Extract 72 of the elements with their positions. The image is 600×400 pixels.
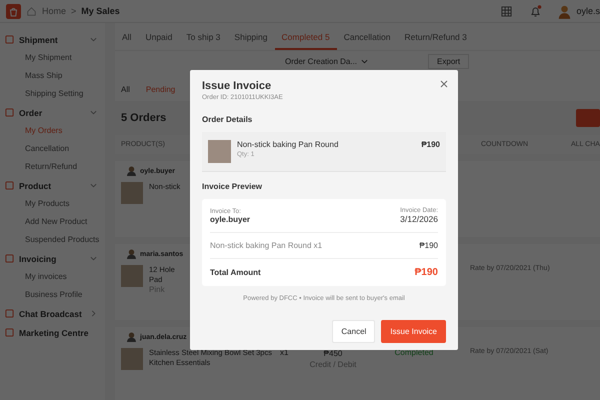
sidebar-item[interactable]: My Products	[25, 199, 70, 209]
order-tab[interactable]: Shipping	[227, 23, 275, 50]
breadcrumb-separator: >	[71, 6, 76, 16]
sidebar-item[interactable]: Mass Ship	[25, 71, 62, 81]
section-icon	[5, 328, 14, 337]
chevron-icon[interactable]	[90, 36, 97, 43]
avatar-icon[interactable]	[558, 4, 572, 18]
caret-icon[interactable]	[361, 58, 368, 64]
sort-dropdown[interactable]: Order Creation Da...	[285, 56, 358, 66]
sidebar-item[interactable]: Business Profile	[25, 290, 82, 300]
order-price: ₱450	[324, 348, 342, 360]
product-photo	[121, 265, 143, 287]
cancel-button[interactable]: Cancel	[332, 320, 376, 343]
dialog-title: Issue Invoice	[202, 80, 272, 92]
sidebar-section[interactable]: Chat Broadcast	[19, 308, 85, 318]
order-status: Completed	[394, 348, 434, 357]
issue-invoice-button[interactable]: Issue Invoice	[381, 320, 446, 343]
chevron-icon[interactable]	[90, 310, 97, 317]
section-heading: Order Details	[202, 115, 254, 124]
bell-icon[interactable]	[530, 5, 542, 17]
product-name: Non-stick baking Pan Round	[237, 140, 340, 149]
sidebar-item[interactable]: My invoices	[25, 272, 67, 282]
chevron-icon[interactable]	[90, 182, 97, 189]
sidebar-item[interactable]: My Shipment	[25, 53, 72, 63]
shopping-bag-logo-icon[interactable]	[6, 4, 21, 18]
sidebar-item[interactable]: Shipping Setting	[25, 89, 84, 99]
section-icon	[5, 108, 14, 117]
order-count: 5 Orders	[121, 112, 166, 124]
sidebar-section[interactable]: Product	[19, 180, 85, 190]
home-icon[interactable]	[27, 6, 36, 16]
order-tab[interactable]: Cancellation	[336, 23, 398, 50]
avatar-icon	[127, 332, 136, 342]
sidebar-section[interactable]: Marketing Centre	[19, 328, 97, 338]
product-photo	[208, 140, 231, 163]
item-price: ₱190	[421, 140, 440, 149]
section-icon	[5, 309, 14, 318]
buyer-name: oyle.buyer	[210, 214, 250, 224]
sidebar-item[interactable]: My Orders	[25, 126, 62, 136]
sidebar-item[interactable]: Suspended Products	[25, 235, 100, 245]
section-icon	[5, 181, 14, 190]
sidebar-item[interactable]: Cancellation	[25, 144, 70, 154]
breadcrumb-item: My Sales	[81, 6, 120, 16]
order-tab[interactable]: Unpaid	[138, 23, 180, 50]
section-heading: Invoice Preview	[202, 182, 264, 191]
order-tab[interactable]: Return/Refund 3	[398, 23, 474, 50]
sidebar-section[interactable]: Order	[19, 108, 85, 118]
section-icon	[5, 254, 14, 263]
order-tab[interactable]: To ship 3	[179, 23, 228, 50]
grid-icon[interactable]	[501, 6, 512, 16]
chevron-icon[interactable]	[90, 109, 97, 116]
product-photo	[121, 182, 143, 204]
section-icon	[5, 35, 14, 44]
export-button[interactable]: Export	[428, 54, 470, 69]
invoice-filter-tab[interactable]: Pending	[146, 85, 176, 95]
invoice-date: 3/12/2026	[400, 214, 438, 224]
total-label: Total Amount	[210, 268, 261, 277]
line-item: Non-stick baking Pan Round x1	[210, 241, 322, 250]
close-icon[interactable]	[440, 80, 448, 88]
sidebar-item[interactable]: Return/Refund	[25, 162, 78, 172]
quantity: x1	[280, 348, 288, 357]
line-amount: ₱190	[419, 241, 438, 250]
sidebar-section[interactable]: Shipment	[19, 34, 85, 44]
avatar-icon	[127, 249, 136, 259]
user-name[interactable]: oyle.s	[576, 6, 600, 16]
invoice-filter-tab[interactable]: All	[121, 85, 130, 95]
chevron-icon[interactable]	[90, 255, 97, 262]
avatar-icon	[127, 166, 136, 176]
product-photo	[121, 348, 143, 370]
order-tab[interactable]: All	[115, 23, 138, 50]
total-amount: ₱190	[414, 267, 438, 278]
sidebar-section[interactable]: Invoicing	[19, 254, 85, 264]
sidebar-item[interactable]: Add New Product	[25, 217, 88, 227]
